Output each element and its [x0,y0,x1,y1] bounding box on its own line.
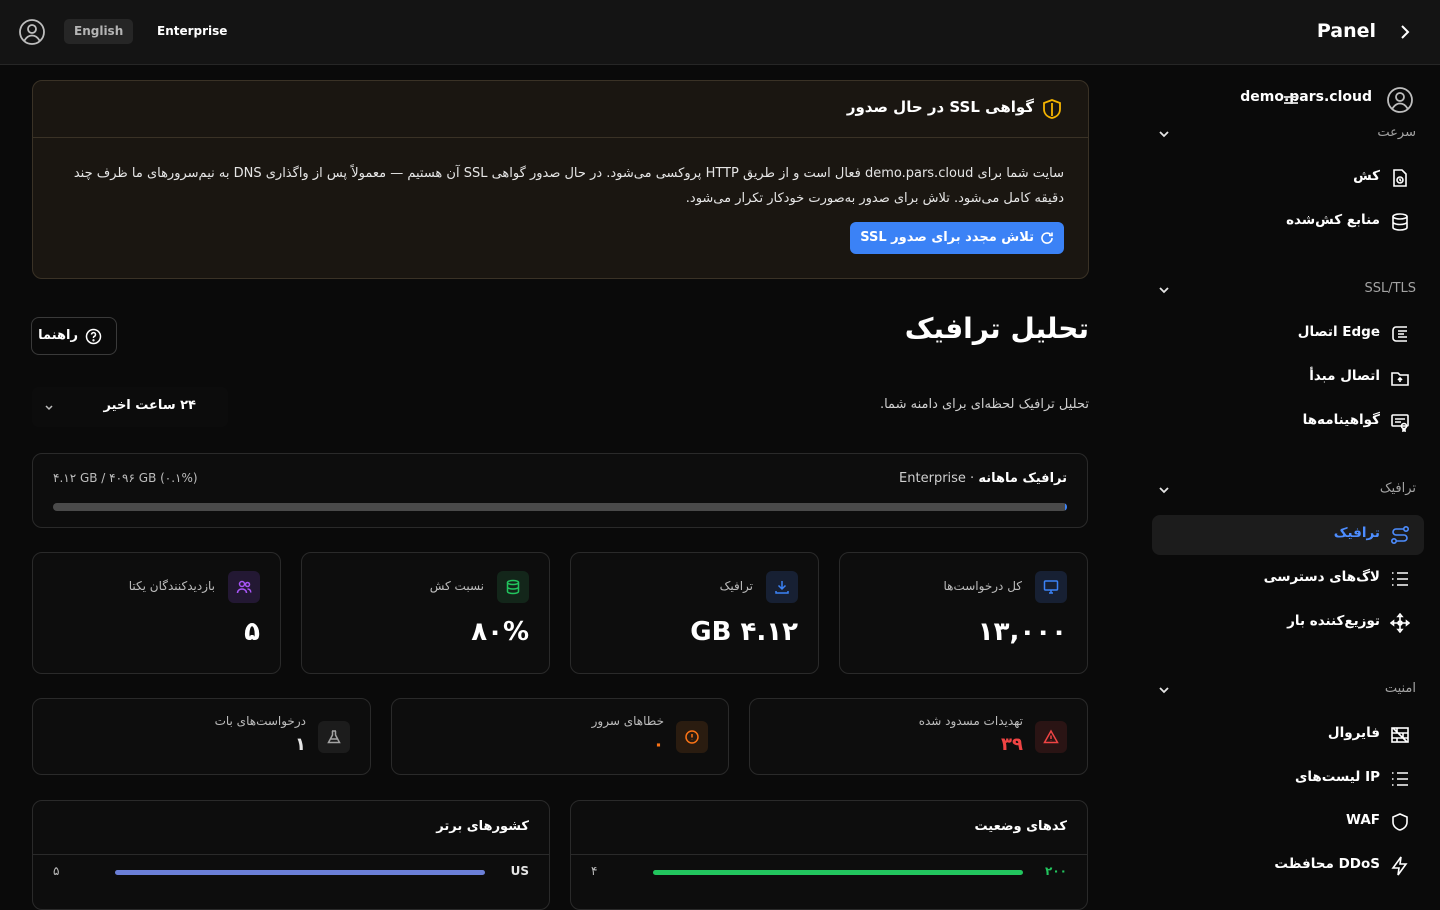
page-subtitle: تحلیل ترافیک لحظه‌ای برای دامنه شما. [879,397,1089,412]
database-icon [506,579,520,595]
monthly-traffic-card: ترافیک ماهانه · Enterprise ۴.۱۲ GB / ۴۰۹… [32,453,1088,528]
sidebar-item-origin-connection[interactable]: اتصال مبدأ [1152,358,1424,398]
stat-card-bot-requests: درخواست‌های بات ۱ [32,698,371,775]
section-ssl-tls[interactable]: SSL/TLS [1146,279,1416,301]
certificate-icon [1391,414,1409,432]
sidebar-item-access-logs[interactable]: لاگ‌های دسترسی [1152,559,1424,599]
stat-card-traffic: ترافیک ۴.۱۲ GB [570,552,819,674]
usage-progress-fill [1065,503,1067,511]
plan-label: Enterprise [157,24,228,38]
banner-text: سایت شما برای demo.pars.cloud فعال است و… [73,166,1064,206]
sidebar-item-firewall[interactable]: فایروال [1152,715,1424,755]
account-icon [1387,87,1413,113]
sidebar: demo.pars.cloud سرعت کش منابع کش‌شده SSL… [1136,65,1440,900]
banner-title: گواهی SSL در حال صدور [846,98,1034,116]
user-icon[interactable] [18,18,46,46]
country-bar [115,870,485,875]
sidebar-item-certificates[interactable]: گواهینامه‌ها [1152,402,1424,442]
section-label: امنیت [1384,681,1416,696]
panel-title: Panel [1316,20,1376,42]
sidebar-item-cached-resources[interactable]: منابع کش‌شده [1152,202,1424,242]
status-bar [653,870,1023,875]
firewall-icon [1391,727,1409,743]
top-countries-panel: کشورهای برتر US ۵ [32,800,550,910]
section-label: ترافیک [1379,481,1416,496]
usage-value: ۴.۱۲ GB / ۴۰۹۶ GB (۰.۱%) [53,471,198,485]
sidebar-item-traffic[interactable]: ترافیک [1152,515,1424,555]
alert-circle-icon [685,730,699,744]
chevron-down-icon[interactable] [1158,484,1170,496]
section-security[interactable]: امنیت [1146,679,1416,701]
shield-icon [1392,813,1408,831]
bolt-icon [1391,856,1408,876]
route-icon [1390,525,1410,545]
retry-ssl-button[interactable]: تلاش مجدد برای صدور SSL [850,222,1064,254]
stat-card-blocked-threats: تهدیدات مسدود شده ۳۹ [749,698,1088,775]
shield-icon [1043,99,1061,119]
page-title: تحلیل ترافیک [904,312,1089,345]
stat-card-total-requests: کل درخواست‌ها ۱۳,۰۰۰ [839,552,1088,674]
chevron-down-icon[interactable] [1158,128,1170,140]
cache-icon [1393,169,1407,187]
sidebar-item-cache[interactable]: کش [1152,158,1424,198]
section-traffic[interactable]: ترافیک [1146,479,1416,501]
users-icon [236,580,252,594]
help-icon [85,328,102,345]
guide-button[interactable]: راهنما [31,317,117,355]
origin-icon [1391,372,1409,386]
usage-progress [53,503,1067,511]
ssl-banner: گواهی SSL در حال صدور سایت شما برای demo… [32,80,1089,279]
panel-title: کشورهای برتر [436,819,529,834]
status-codes-panel: کدهای وضعیت ۲۰۰ ۴ [570,800,1088,910]
top-bar: English Enterprise Panel [0,0,1440,65]
sidebar-item-edge-connection[interactable]: اتصال Edge [1152,314,1424,354]
list-icon [1392,772,1408,786]
list-icon [1392,572,1408,586]
sidebar-item-ip-lists[interactable]: لیست‌های IP [1152,759,1424,799]
panel-title: کدهای وضعیت [974,819,1067,834]
banner-header: گواهی SSL در حال صدور [33,81,1088,138]
chevron-down-icon[interactable] [1158,284,1170,296]
section-label: SSL/TLS [1364,281,1416,296]
language-button[interactable]: English [64,19,134,44]
usage-title: ترافیک ماهانه · Enterprise [899,471,1067,486]
warning-icon [1043,729,1059,744]
stat-card-unique-visitors: بازدیدکنندگان یکتا ۵ [32,552,281,674]
section-speed[interactable]: سرعت [1146,123,1416,145]
sidebar-item-waf[interactable]: WAF [1152,802,1424,842]
sidebar-item-ddos[interactable]: محافظت DDoS [1152,846,1424,886]
list-item: ۲۰۰ ۴ [591,864,1067,878]
download-icon [775,581,789,594]
list-item: US ۵ [53,864,529,878]
stat-card-server-errors: خطاهای سرور ۰ [391,698,729,775]
monitor-icon [1043,580,1059,594]
stat-card-cache-ratio: نسبت کش ۸۰% [301,552,550,674]
load-balancer-icon [1390,613,1410,633]
database-icon [1392,213,1408,231]
chevron-right-icon[interactable] [1396,22,1414,42]
chevron-down-icon[interactable] [1158,684,1170,696]
refresh-icon [1041,232,1053,244]
site-name[interactable]: demo.pars.cloud [1240,89,1372,105]
sidebar-item-load-balancer[interactable]: توزیع‌کننده بار [1152,603,1424,643]
chevron-down-icon [45,405,53,411]
flask-icon [327,730,341,744]
time-range-select[interactable]: ۲۴ ساعت اخیر [32,387,228,427]
edge-icon [1392,326,1407,342]
menu-icon[interactable] [1283,92,1299,108]
section-label: سرعت [1377,125,1416,140]
